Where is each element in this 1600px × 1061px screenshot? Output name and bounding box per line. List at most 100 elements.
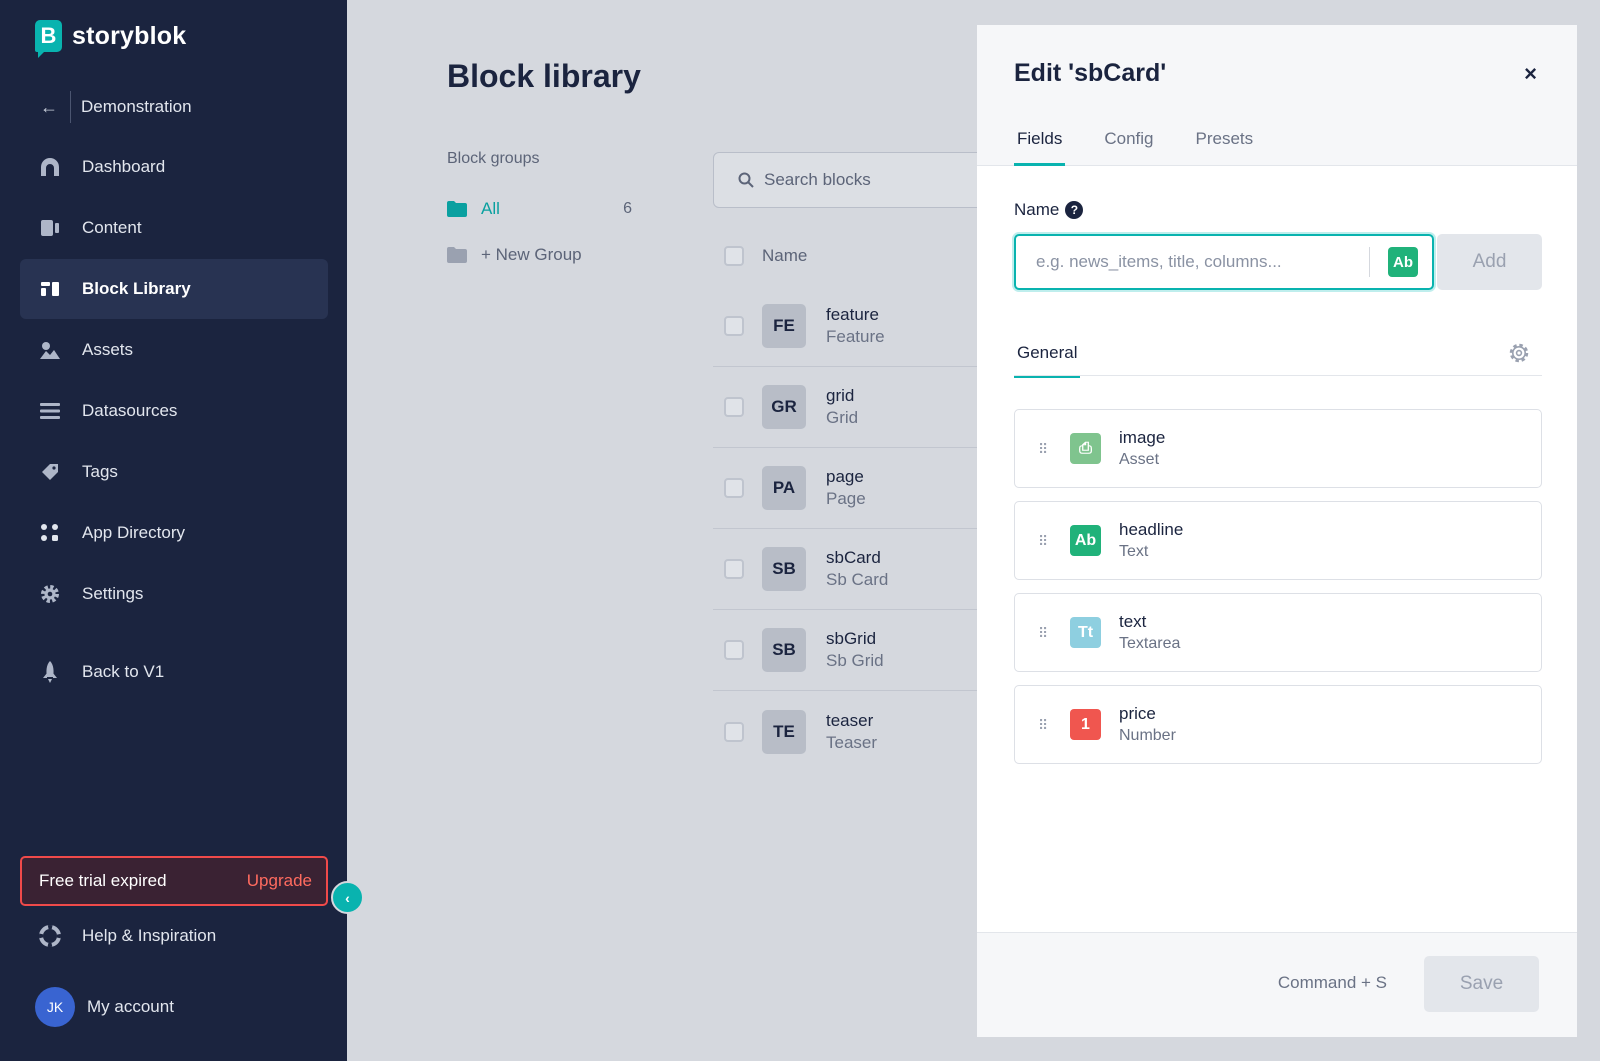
schema-field-item[interactable]: ⠿ Ab headline Text — [1014, 501, 1542, 580]
block-library-icon — [38, 277, 62, 301]
sidebar-item-label: Block Library — [82, 279, 191, 298]
block-technical-name: teaser — [826, 710, 874, 730]
tab-config[interactable]: Config — [1101, 129, 1156, 166]
tab-presets[interactable]: Presets — [1193, 129, 1257, 166]
block-technical-name: feature — [826, 305, 879, 324]
keyboard-shortcut-hint: Command + S — [1277, 973, 1387, 992]
help-label: Help & Inspiration — [82, 926, 217, 945]
field-name-input[interactable] — [1016, 236, 1369, 288]
sidebar-item-label: Back to V1 — [82, 662, 165, 681]
help-icon[interactable]: ? — [1065, 201, 1084, 219]
sidebar-item-assets[interactable]: Assets — [20, 320, 328, 380]
schema-field-item[interactable]: ⠿ 1 price Number — [1014, 685, 1542, 764]
gear-icon[interactable] — [1507, 341, 1531, 365]
block-technical-name: page — [826, 467, 864, 486]
divider — [1014, 375, 1542, 376]
schema-field-item[interactable]: ⠿ Tt text Textarea — [1014, 593, 1542, 672]
field-name: headline — [1119, 520, 1184, 539]
block-badge: TE — [762, 709, 806, 754]
block-display-name: Teaser — [826, 732, 878, 752]
sidebar-item-datasources[interactable]: Datasources — [20, 381, 328, 441]
block-display-name: Feature — [826, 327, 885, 346]
tag-icon — [38, 460, 62, 484]
row-checkbox[interactable] — [724, 559, 744, 579]
schema-field-list: ⠿ ⎙ image Asset ⠿ Ab headline Text ⠿ Tt te… — [1014, 409, 1542, 777]
save-button[interactable]: Save — [1424, 956, 1539, 1012]
list-item[interactable]: GR grid Grid — [713, 367, 1003, 448]
list-item[interactable]: TE teaser Teaser — [713, 691, 1003, 772]
free-trial-banner: Free trial expired Upgrade — [20, 856, 328, 906]
textarea-type-icon: Tt — [1070, 617, 1101, 648]
sidebar-item-back-to-v1[interactable]: Back to V1 — [20, 642, 328, 702]
schema-field-item[interactable]: ⠿ ⎙ image Asset — [1014, 409, 1542, 488]
list-item[interactable]: SB sbGrid Sb Grid — [713, 610, 1003, 691]
sidebar-item-label: Datasources — [82, 401, 178, 420]
sidebar-item-block-library[interactable]: Block Library — [20, 259, 328, 319]
upgrade-link[interactable]: Upgrade — [247, 871, 312, 891]
storyblok-logo[interactable]: B storyblok — [35, 20, 187, 58]
block-display-name: Sb Grid — [826, 651, 884, 670]
field-type: Textarea — [1119, 635, 1181, 652]
field-name: price — [1119, 704, 1156, 723]
avatar: JK — [35, 987, 75, 1027]
page-title: Block library — [447, 58, 641, 94]
field-type: Asset — [1119, 451, 1160, 468]
new-group-button[interactable]: + New Group — [447, 243, 632, 267]
list-item[interactable]: PA page Page — [713, 448, 1003, 529]
block-badge: PA — [762, 466, 806, 510]
field-name: image — [1119, 428, 1166, 447]
sidebar-item-app-directory[interactable]: App Directory — [20, 503, 328, 563]
add-field-button[interactable]: Add — [1437, 234, 1542, 290]
row-checkbox[interactable] — [724, 721, 744, 742]
sidebar-item-content[interactable]: Content — [20, 198, 328, 258]
divider — [70, 91, 71, 123]
tab-general[interactable]: General — [1014, 343, 1081, 378]
row-checkbox[interactable] — [724, 397, 744, 417]
my-account-link[interactable]: JK My account — [35, 987, 174, 1027]
group-all[interactable]: All 6 — [447, 197, 632, 221]
drag-handle-icon[interactable]: ⠿ — [1038, 626, 1050, 640]
sidebar-item-dashboard[interactable]: Dashboard — [20, 137, 328, 197]
close-icon[interactable]: × — [1524, 61, 1537, 87]
search-blocks-input[interactable]: Search blocks — [713, 152, 1013, 208]
block-list: FE feature Feature GR grid Grid PA page Pag… — [713, 286, 1003, 772]
sidebar-item-tags[interactable]: Tags — [20, 442, 328, 502]
text-type-icon: Ab — [1070, 525, 1101, 556]
group-label: + New Group — [481, 245, 582, 264]
app-directory-icon — [38, 521, 62, 545]
field-name-input-wrapper: Ab — [1014, 234, 1434, 290]
sidebar-item-label: App Directory — [82, 523, 185, 542]
row-checkbox[interactable] — [724, 640, 744, 660]
block-technical-name: sbGrid — [826, 629, 877, 648]
account-label: My account — [87, 997, 174, 1016]
row-checkbox[interactable] — [724, 316, 744, 336]
back-to-space-link[interactable]: ← Demonstration — [40, 90, 192, 124]
space-name: Demonstration — [81, 97, 192, 116]
drag-handle-icon[interactable]: ⠿ — [1038, 534, 1050, 548]
search-icon — [738, 172, 754, 188]
tab-fields[interactable]: Fields — [1014, 129, 1066, 166]
group-label: All — [481, 199, 500, 218]
block-display-name: Sb Card — [826, 570, 889, 589]
help-inspiration-link[interactable]: Help & Inspiration — [38, 924, 216, 948]
logo-text: storyblok — [72, 21, 187, 50]
block-display-name: Page — [826, 489, 866, 508]
row-checkbox[interactable] — [724, 478, 744, 498]
list-item[interactable]: SB sbCard Sb Card — [713, 529, 1003, 610]
number-type-icon: 1 — [1070, 709, 1101, 740]
block-badge: GR — [762, 385, 806, 429]
sidebar-item-settings[interactable]: Settings — [20, 564, 328, 624]
field-name: text — [1119, 612, 1147, 631]
name-field-label: Name ? — [1014, 200, 1084, 220]
select-all-checkbox[interactable] — [724, 246, 744, 266]
logo-mark: B — [35, 20, 62, 58]
panel-header: Edit 'sbCard' × Fields Config Presets — [977, 25, 1577, 166]
drag-handle-icon[interactable]: ⠿ — [1038, 442, 1050, 456]
list-item[interactable]: FE feature Feature — [713, 286, 1003, 367]
field-type-selector[interactable]: Ab — [1388, 247, 1418, 277]
drag-handle-icon[interactable]: ⠿ — [1038, 718, 1050, 732]
block-badge: FE — [762, 304, 806, 348]
collapse-sidebar-button[interactable]: ‹ — [331, 881, 364, 914]
sidebar-item-label: Content — [82, 218, 142, 237]
block-groups-label: Block groups — [447, 150, 540, 167]
